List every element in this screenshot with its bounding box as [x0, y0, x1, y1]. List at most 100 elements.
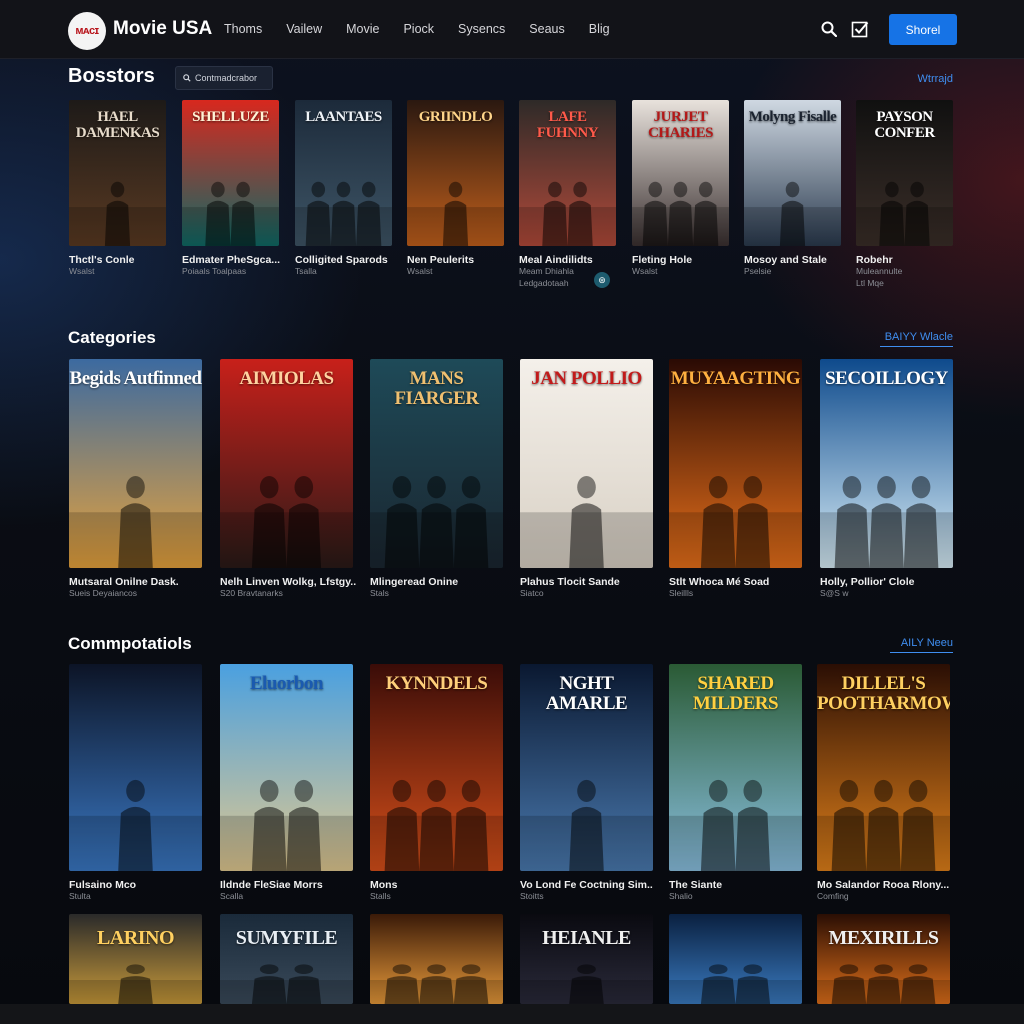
movie-title[interactable]: Ildnde FleSiae Morrs: [220, 879, 323, 891]
main-nav: Thoms Vailew Movie Piock Sysencs Seaus B…: [224, 22, 634, 36]
nav-item-4[interactable]: Piock: [403, 22, 434, 36]
movie-meta: Scalla: [220, 891, 244, 901]
movie-poster[interactable]: LAFE FUHNNY: [519, 100, 616, 246]
poster-artwork: [69, 476, 202, 568]
movie-poster[interactable]: NGHT AMARLE: [520, 664, 653, 871]
movie-meta-secondary: Ltl Mqe: [856, 278, 884, 288]
see-all-link-commpotatiols[interactable]: AILY Neeu: [890, 637, 953, 653]
movie-meta: Wsalst: [407, 266, 433, 276]
movie-poster[interactable]: SHARED MILDERS: [669, 664, 802, 871]
poster-title-text: LAFE FUHNNY: [536, 109, 599, 141]
movie-poster[interactable]: SUMYFILE: [220, 914, 353, 1004]
movie-poster[interactable]: KYNNDELS: [370, 664, 503, 871]
poster-artwork: [220, 779, 353, 871]
poster-title-text: SECOILLOGY: [825, 368, 948, 389]
movie-title[interactable]: Mlingeread Onine: [370, 576, 458, 588]
movie-poster[interactable]: AIMIOLAS: [220, 359, 353, 568]
movie-poster[interactable]: [669, 914, 802, 1004]
movie-title[interactable]: Nen Peulerits: [407, 254, 474, 266]
movie-title[interactable]: Mutsaral Onilne Dask.: [69, 576, 179, 588]
movie-title[interactable]: Edmater PheSgca...: [182, 254, 280, 266]
movie-title[interactable]: The Siante: [669, 879, 722, 891]
section-title-categories: Categories: [68, 328, 156, 347]
check-icon[interactable]: [851, 20, 869, 38]
movie-title[interactable]: Mons: [370, 879, 397, 891]
movie-title[interactable]: Plahus Tlocit Sande: [520, 576, 620, 588]
brand-name[interactable]: Movie USA: [113, 18, 212, 40]
poster-title-text: MUYAAGTING: [670, 368, 801, 389]
movie-poster[interactable]: [69, 664, 202, 871]
poster-title-text: MANS FIARGER: [394, 368, 479, 409]
see-all-link-categories[interactable]: BAIYY Wlacle: [880, 331, 953, 347]
search-icon[interactable]: [821, 21, 837, 37]
nav-item-5[interactable]: Sysencs: [458, 22, 505, 36]
movie-poster[interactable]: LARINO: [69, 914, 202, 1004]
movie-poster[interactable]: [370, 914, 503, 1004]
movie-poster[interactable]: PAYSON CONFER: [856, 100, 953, 246]
movie-poster[interactable]: JAN POLLIO: [520, 359, 653, 568]
info-badge-icon[interactable]: ⊛: [594, 272, 610, 288]
poster-title-text: AIMIOLAS: [239, 368, 334, 389]
movie-meta: Siatco: [520, 588, 544, 598]
movie-title[interactable]: Colligited Sparods: [295, 254, 388, 266]
poster-title-text: LAANTAES: [305, 109, 382, 125]
movie-title[interactable]: Meal Aindilidts: [519, 254, 593, 266]
nav-item-2[interactable]: Vailew: [286, 22, 322, 36]
poster-artwork: [370, 779, 503, 871]
movie-poster[interactable]: MUYAAGTING: [669, 359, 802, 568]
poster-title-text: SHELLUZE: [192, 109, 269, 125]
section-title-bosstors: Bosstors: [68, 65, 155, 87]
movie-poster[interactable]: Eluorbon: [220, 664, 353, 871]
movie-title[interactable]: Robehr: [856, 254, 893, 266]
movie-title[interactable]: Thctl's Conle: [69, 254, 135, 266]
poster-title-text: GRIINDLO: [418, 109, 493, 125]
movie-poster[interactable]: MANS FIARGER: [370, 359, 503, 568]
share-button[interactable]: Shorel: [889, 14, 957, 45]
section-search-box[interactable]: Contmadcrabor: [175, 66, 273, 90]
movie-meta: Pselsie: [744, 266, 772, 276]
movie-poster[interactable]: Begids Autfinned: [69, 359, 202, 568]
nav-item-1[interactable]: Thoms: [224, 22, 262, 36]
nav-item-3[interactable]: Movie: [346, 22, 379, 36]
movie-poster[interactable]: HEIANLE: [520, 914, 653, 1004]
movie-meta: Stals: [370, 588, 389, 598]
movie-title[interactable]: Mo Salandor Rooa Rlony...: [817, 879, 949, 891]
movie-title[interactable]: Stlt Whoca Mé Soad: [669, 576, 769, 588]
see-all-link-bosstors[interactable]: Wtrrajd: [895, 73, 953, 88]
poster-title-text: Begids Autfinned: [69, 368, 202, 389]
poster-title-text: Eluorbon: [249, 673, 324, 694]
movie-poster[interactable]: JURJET CHARIES: [632, 100, 729, 246]
movie-poster[interactable]: Molyng Fisalle: [744, 100, 841, 246]
poster-title-text: JAN POLLIO: [531, 368, 642, 389]
movie-poster[interactable]: SECOILLOGY: [820, 359, 953, 568]
movie-meta: S20 Bravtanarks: [220, 588, 283, 598]
movie-poster[interactable]: DILLEL'S POOTHARMOW: [817, 664, 950, 871]
movie-meta-secondary: Ledgadotaah: [519, 278, 569, 288]
movie-title[interactable]: Fulsaino Mco: [69, 879, 136, 891]
movie-meta: Stalls: [370, 891, 391, 901]
nav-item-6[interactable]: Seaus: [529, 22, 564, 36]
poster-title-text: JURJET CHARIES: [648, 109, 713, 141]
movie-title[interactable]: Fleting Hole: [632, 254, 692, 266]
movie-meta: Stulta: [69, 891, 91, 901]
movie-title[interactable]: Vo Lond Fe Coctning Sim..: [520, 879, 653, 891]
logo-badge[interactable]: ᴍᴀᴄɪ: [68, 12, 106, 50]
movie-poster[interactable]: MEXIRILLS: [817, 914, 950, 1004]
section-title-commpotatiols: Commpotatiols: [68, 634, 192, 653]
poster-title-text: MEXIRILLS: [828, 927, 939, 949]
movie-meta: Wsalst: [69, 266, 95, 276]
movie-poster[interactable]: GRIINDLO: [407, 100, 504, 246]
movie-title[interactable]: Mosoy and Stale: [744, 254, 827, 266]
movie-poster[interactable]: SHELLUZE: [182, 100, 279, 246]
poster-title-text: SUMYFILE: [235, 927, 338, 949]
poster-artwork: [370, 964, 503, 1004]
movie-title[interactable]: Nelh Linven Wolkg, Lfstgy..: [220, 576, 356, 588]
poster-title-text: Molyng Fisalle: [748, 109, 837, 125]
nav-item-7[interactable]: Blig: [589, 22, 610, 36]
movie-title[interactable]: Holly, Pollior' Clole: [820, 576, 914, 588]
movie-poster[interactable]: LAANTAES: [295, 100, 392, 246]
movie-poster[interactable]: HAEL DAMENKAS: [69, 100, 166, 246]
poster-title-text: PAYSON CONFER: [874, 109, 935, 141]
poster-title-text: SHARED MILDERS: [692, 673, 779, 714]
poster-title-text: HEIANLE: [542, 927, 631, 949]
